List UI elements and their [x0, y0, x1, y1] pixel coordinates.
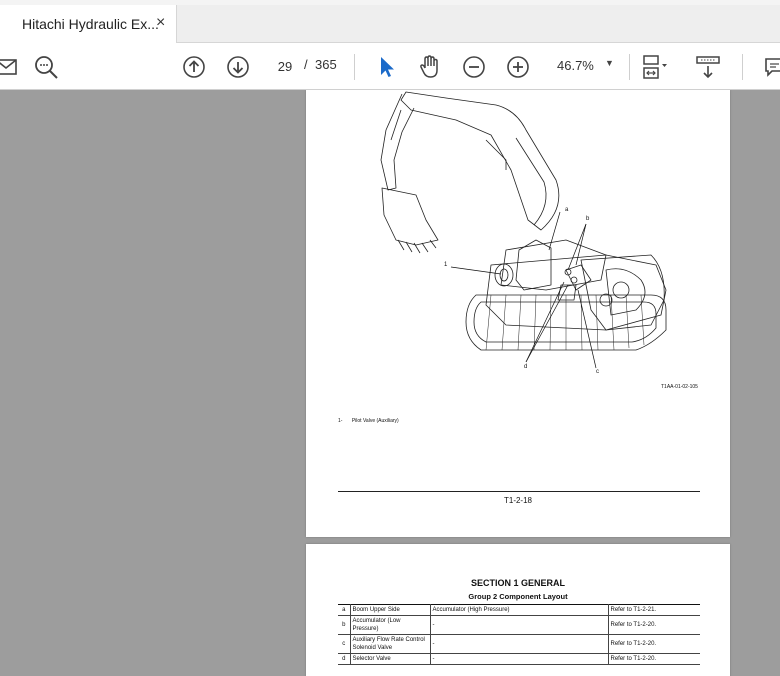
toolbar-divider	[629, 54, 630, 80]
row-name: Boom Upper Side	[350, 604, 431, 616]
caption-number: 1-	[338, 418, 343, 424]
mail-icon[interactable]	[0, 53, 20, 81]
page-up-icon[interactable]	[180, 53, 208, 81]
row-name: Auxiliary Flow Rate Control Solenoid Val…	[350, 634, 431, 654]
row-ref: Refer to T1-2-20.	[608, 653, 700, 665]
toolbar: 29 / 365 46.7% ▼	[0, 43, 780, 90]
select-cursor-icon[interactable]	[372, 53, 400, 81]
close-tab-icon[interactable]: ×	[156, 14, 165, 32]
excavator-illustration	[380, 91, 667, 369]
figure-caption: 1- Pilot Valve (Auxiliary)	[338, 418, 399, 424]
pdf-page-29: a b 1 d c T1AA-01-02-105 1- Pilot Valve …	[306, 90, 730, 537]
row-id: b	[338, 615, 351, 635]
section-title: SECTION 1 GENERAL	[470, 578, 565, 588]
total-pages: 365	[315, 57, 337, 72]
page-footer-number: T1-2-18	[503, 496, 532, 505]
pdf-page-30: SECTION 1 GENERAL Group 2 Component Layo…	[306, 544, 730, 676]
page-separator: /	[304, 57, 308, 72]
table-row: a Boom Upper Side Accumulator (High Pres…	[338, 604, 700, 616]
footer-rule	[338, 491, 700, 492]
callout-b: b	[586, 216, 590, 222]
row-id: c	[338, 634, 351, 654]
callout-1: 1	[444, 262, 448, 268]
page-number-input[interactable]: 29	[270, 54, 300, 78]
fit-page-icon[interactable]	[640, 53, 668, 81]
row-note: -	[430, 653, 609, 665]
zoom-dropdown-caret-icon: ▼	[605, 58, 614, 68]
caption-text: Pilot Valve (Auxiliary)	[351, 418, 399, 424]
zoom-select[interactable]: 46.7% ▼	[550, 54, 618, 78]
component-table: a Boom Upper Side Accumulator (High Pres…	[338, 604, 700, 665]
row-note: -	[430, 615, 609, 635]
document-tab-title: Hitachi Hydraulic Ex...	[22, 16, 159, 32]
page-down-icon[interactable]	[224, 53, 252, 81]
row-id: d	[338, 653, 351, 665]
row-ref: Refer to T1-2-20.	[608, 634, 700, 654]
figure-id: T1AA-01-02-105	[661, 384, 698, 390]
row-id: a	[338, 604, 351, 616]
callout-c: c	[596, 369, 599, 375]
callout-a: a	[565, 207, 569, 213]
row-ref: Refer to T1-2-20.	[608, 615, 700, 635]
toolbar-divider	[354, 54, 355, 80]
group-title: Group 2 Component Layout	[468, 592, 568, 601]
comment-icon[interactable]	[760, 53, 780, 81]
row-name: Selector Valve	[350, 653, 431, 665]
table-row: d Selector Valve - Refer to T1-2-20.	[338, 653, 700, 665]
table-row: c Auxiliary Flow Rate Control Solenoid V…	[338, 634, 700, 654]
zoom-in-icon[interactable]	[504, 53, 532, 81]
zoom-value: 46.7%	[557, 58, 594, 73]
search-icon[interactable]	[32, 53, 60, 81]
toolbar-divider	[742, 54, 743, 80]
row-note: Accumulator (High Pressure)	[430, 604, 609, 616]
hand-tool-icon[interactable]	[416, 53, 444, 81]
tab-bar: Hitachi Hydraulic Ex... ×	[0, 5, 780, 44]
table-row: b Accumulator (Low Pressure) - Refer to …	[338, 615, 700, 635]
scroll-mode-icon[interactable]	[694, 53, 722, 81]
row-note: -	[430, 634, 609, 654]
row-name: Accumulator (Low Pressure)	[350, 615, 431, 635]
document-viewer[interactable]: a b 1 d c T1AA-01-02-105 1- Pilot Valve …	[0, 90, 780, 676]
row-ref: Refer to T1-2-21.	[608, 604, 700, 616]
zoom-out-icon[interactable]	[460, 53, 488, 81]
callout-d: d	[524, 364, 528, 370]
document-tab[interactable]: Hitachi Hydraulic Ex... ×	[0, 5, 177, 44]
